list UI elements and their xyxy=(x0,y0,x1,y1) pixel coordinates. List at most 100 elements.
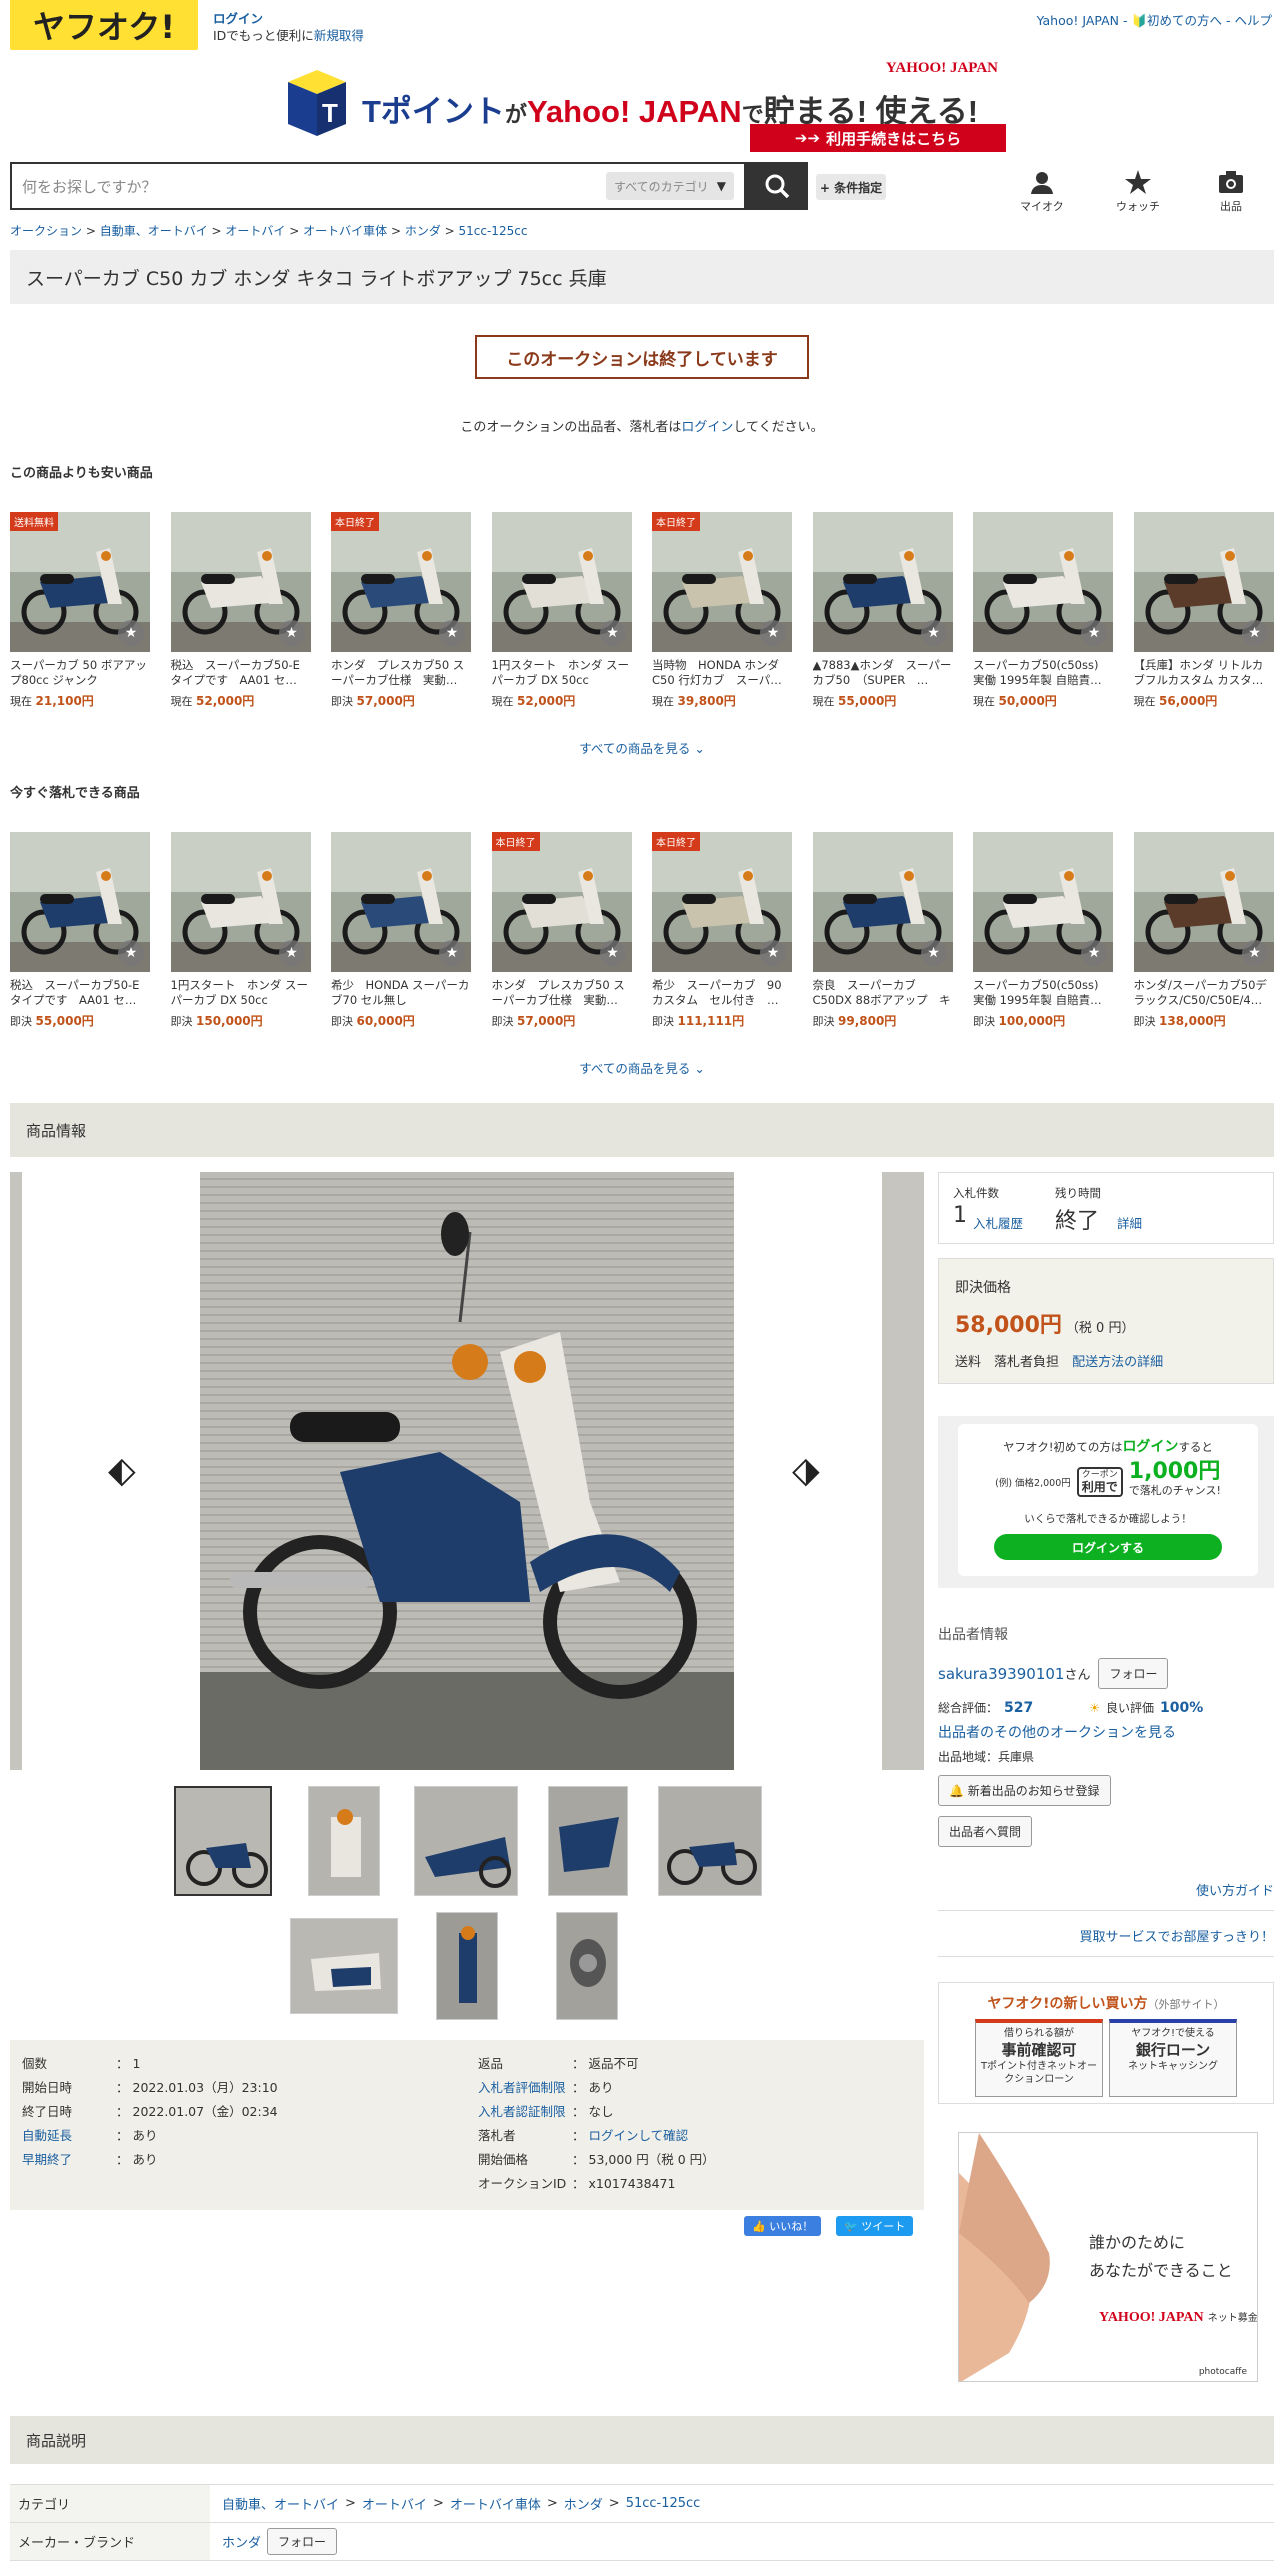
loan-b-card[interactable]: ヤフオク!で使える 銀行ローン ネットキャッシング xyxy=(1109,2019,1237,2097)
crumb-5[interactable]: 51cc-125cc xyxy=(459,224,528,238)
product-name[interactable]: 希少 スーパーカブ 90カスタム セル付き … xyxy=(652,978,792,1008)
login-link[interactable]: ログイン xyxy=(213,11,263,26)
seller-other-link[interactable]: 出品者のその他のオークションを見る xyxy=(938,1725,1176,1741)
search-input[interactable]: 何をお探しですか？ すべてのカテゴリ ▼ xyxy=(10,162,746,210)
watch-star-icon[interactable]: ★ xyxy=(1081,940,1107,966)
prev-image-button[interactable]: ⬖ xyxy=(108,1450,136,1491)
thumbnail-6[interactable] xyxy=(290,1918,398,2014)
product-card[interactable]: ★ 奈良 スーパーカブC50DX 88ボアアップ キャ… 即決 99,800円 xyxy=(812,832,953,1029)
watch-nav[interactable]: ウォッチ xyxy=(1116,170,1160,214)
crumb-1[interactable]: 自動車、オートバイ xyxy=(100,224,208,238)
watch-star-icon[interactable]: ★ xyxy=(118,940,144,966)
spec-key[interactable]: 入札者評価制限 xyxy=(478,2076,572,2100)
product-thumbnail[interactable]: ★ xyxy=(331,832,471,972)
product-name[interactable]: 税込 スーパーカブ50-E タイプです AA01 セ… xyxy=(10,978,150,1008)
buyservice-link[interactable]: 買取サービスでお部屋すっきり！ xyxy=(1080,1926,1274,1945)
spec-key[interactable]: 自動延長 xyxy=(22,2124,116,2148)
product-thumbnail[interactable]: 本日終了 ★ xyxy=(491,832,632,972)
product-thumbnail[interactable]: ★ xyxy=(170,832,311,972)
facebook-like-button[interactable]: 👍 いいね！ xyxy=(744,2216,822,2236)
product-name[interactable]: 1円スタート ホンダ スーパーカブ DX 50cc xyxy=(171,978,311,1008)
condition-button[interactable]: + 条件指定 xyxy=(816,174,886,200)
bid-history-link[interactable]: 入札履歴 xyxy=(973,1213,1023,1232)
watch-star-icon[interactable]: ★ xyxy=(278,940,305,966)
ask-seller-button[interactable]: 出品者へ質問 xyxy=(938,1816,1033,1847)
myauction-nav[interactable]: マイオク xyxy=(1020,170,1064,214)
product-card[interactable]: ★ 1円スタート ホンダ スーパーカブ DX 50cc 現在 52,000円 xyxy=(491,512,632,709)
product-thumbnail[interactable]: ★ xyxy=(491,512,632,652)
shipping-detail-link[interactable]: 配送方法の詳細 xyxy=(1072,1355,1163,1370)
crumb-2[interactable]: オートバイ xyxy=(225,224,285,238)
remaining-detail-link[interactable]: 詳細 xyxy=(1117,1213,1142,1232)
watch-star-icon[interactable]: ★ xyxy=(920,940,947,966)
product-name[interactable]: スーパーカブ 50 ボアアップ80cc ジャンク xyxy=(10,658,150,688)
product-thumbnail[interactable]: ★ xyxy=(1133,512,1274,652)
product-name[interactable]: 【兵庫】ホンダ リトルカブフルカスタム カスタ… xyxy=(1134,658,1274,688)
guide-link[interactable]: 使い方ガイド xyxy=(1196,1880,1274,1899)
product-thumbnail[interactable]: 送料無料 ★ xyxy=(10,512,150,652)
maker-follow-button[interactable]: フォロー xyxy=(267,2528,338,2555)
tweet-button[interactable]: 🐦 ツイート xyxy=(836,2216,914,2236)
watch-star-icon[interactable]: ★ xyxy=(439,620,465,646)
cat-link-1[interactable]: オートバイ xyxy=(362,2494,427,2513)
product-card[interactable]: 本日終了 ★ 当時物 HONDA ホンダ C50 行灯カブ スーパ… 現在 39,80… xyxy=(652,512,792,709)
tpoint-banner[interactable]: T YAHOO! JAPAN TポイントがYahoo! JAPANで貯まる! 使… xyxy=(286,60,1006,154)
cat-link-3[interactable]: ホンダ xyxy=(564,2494,603,2513)
thumbnail-5[interactable] xyxy=(658,1786,762,1896)
product-card[interactable]: ★ 【兵庫】ホンダ リトルカブフルカスタム カスタ… 現在 56,000円 xyxy=(1133,512,1274,709)
thumbnail-7[interactable] xyxy=(436,1912,498,2020)
buynow-more-link[interactable]: すべての商品を見る ⌄ xyxy=(0,1058,1284,1077)
watch-star-icon[interactable]: ★ xyxy=(439,940,465,966)
watch-star-icon[interactable]: ★ xyxy=(760,620,786,646)
product-thumbnail[interactable]: ★ xyxy=(170,512,311,652)
product-thumbnail[interactable]: 本日終了 ★ xyxy=(331,512,471,652)
maker-link[interactable]: ホンダ xyxy=(222,2532,261,2551)
watch-star-icon[interactable]: ★ xyxy=(760,940,786,966)
product-card[interactable]: ★ ▲7883▲ホンダ スーパーカブ50 （SUPER … 現在 55,000円 xyxy=(812,512,953,709)
product-thumbnail[interactable]: ★ xyxy=(973,512,1113,652)
category-select[interactable]: すべてのカテゴリ ▼ xyxy=(606,172,734,200)
thumbnail-1[interactable] xyxy=(174,1786,272,1896)
spec-key[interactable]: 早期終了 xyxy=(22,2148,116,2172)
cat-link-0[interactable]: 自動車、オートバイ xyxy=(222,2494,339,2513)
product-name[interactable]: 奈良 スーパーカブC50DX 88ボアアップ キャ… xyxy=(813,978,953,1008)
product-card[interactable]: ★ スーパーカブ50(c50ss) 実働 1995年製 自賠責… 即決 100,00… xyxy=(973,832,1113,1029)
loan-a-card[interactable]: 借りられる額が 事前確認可 Tポイント付きネットオークションローン xyxy=(975,2019,1103,2097)
watch-star-icon[interactable]: ★ xyxy=(599,620,626,646)
product-name[interactable]: ホンダ プレスカブ50 スーパーカブ仕様 実動… xyxy=(492,978,632,1008)
notify-button[interactable]: 🔔 新着出品のお知らせ登録 xyxy=(938,1775,1111,1806)
watch-star-icon[interactable]: ★ xyxy=(920,620,947,646)
product-name[interactable]: ホンダ/スーパーカブ50デラックス/C50/C50E/4… xyxy=(1134,978,1274,1008)
product-name[interactable]: ▲7883▲ホンダ スーパーカブ50 （SUPER … xyxy=(813,658,953,688)
watch-star-icon[interactable]: ★ xyxy=(599,940,626,966)
search-button[interactable] xyxy=(746,162,808,210)
product-thumbnail[interactable]: ★ xyxy=(812,832,953,972)
cat-link-4[interactable]: 51cc-125cc xyxy=(626,2496,701,2511)
seller-follow-button[interactable]: フォロー xyxy=(1098,1658,1169,1689)
watch-star-icon[interactable]: ★ xyxy=(118,620,144,646)
product-card[interactable]: ★ スーパーカブ50(c50ss) 実働 1995年製 自賠責… 現在 50,000… xyxy=(973,512,1113,709)
product-card[interactable]: ★ 希少 HONDA スーパーカブ70 セル無し 即決 60,000円 xyxy=(331,832,471,1029)
crumb-0[interactable]: オークション xyxy=(10,224,82,238)
watch-star-icon[interactable]: ★ xyxy=(1241,940,1268,966)
thumbnail-2[interactable] xyxy=(308,1786,380,1896)
watch-star-icon[interactable]: ★ xyxy=(1081,620,1107,646)
product-thumbnail[interactable]: ★ xyxy=(1133,832,1274,972)
product-name[interactable]: 税込 スーパーカブ50-E タイプです AA01 セ… xyxy=(171,658,311,688)
spec-value[interactable]: ログインして確認 xyxy=(589,2128,689,2143)
product-name[interactable]: スーパーカブ50(c50ss) 実働 1995年製 自賠責… xyxy=(973,978,1113,1008)
product-thumbnail[interactable]: ★ xyxy=(812,512,953,652)
product-card[interactable]: ★ 1円スタート ホンダ スーパーカブ DX 50cc 即決 150,000円 xyxy=(170,832,311,1029)
product-thumbnail[interactable]: ★ xyxy=(973,832,1113,972)
cheaper-more-link[interactable]: すべての商品を見る ⌄ xyxy=(0,738,1284,757)
product-card[interactable]: ★ 税込 スーパーカブ50-E タイプです AA01 セ… 即決 55,000円 xyxy=(10,832,150,1029)
product-name[interactable]: 1円スタート ホンダ スーパーカブ DX 50cc xyxy=(492,658,632,688)
sell-nav[interactable]: 出品 xyxy=(1218,170,1244,214)
product-thumbnail[interactable]: ★ xyxy=(10,832,150,972)
promo-login-button[interactable]: ログインする xyxy=(994,1534,1222,1560)
product-card[interactable]: 送料無料 ★ スーパーカブ 50 ボアアップ80cc ジャンク 現在 21,100円 xyxy=(10,512,150,709)
product-name[interactable]: ホンダ プレスカブ50 スーパーカブ仕様 実動… xyxy=(331,658,471,688)
ended-login-link[interactable]: ログイン xyxy=(681,420,733,435)
watch-star-icon[interactable]: ★ xyxy=(278,620,305,646)
donation-ad[interactable]: 誰かのために あなたができること YAHOO! JAPAN ネット募金 photo… xyxy=(958,2132,1258,2382)
